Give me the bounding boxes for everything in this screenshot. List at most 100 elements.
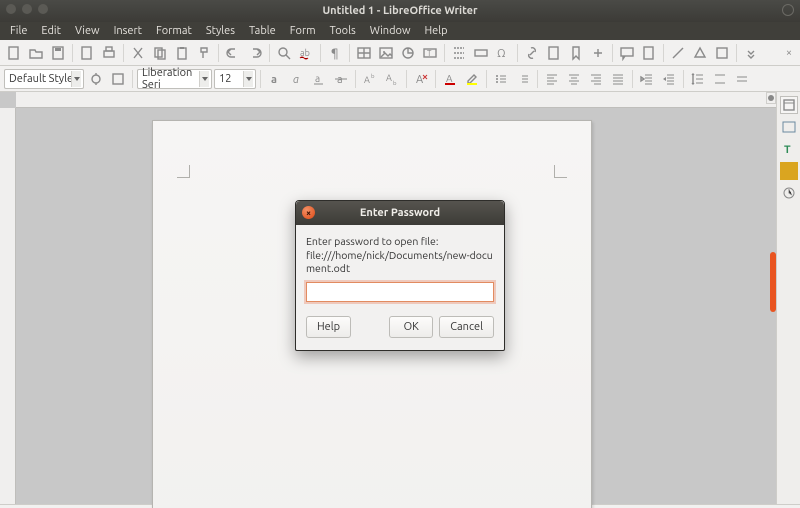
font-color-button[interactable]: A (440, 69, 460, 89)
insert-cross-ref-button[interactable] (588, 43, 608, 63)
increase-indent-button[interactable] (637, 69, 657, 89)
font-name-combo[interactable]: Liberation Seri (137, 69, 212, 89)
vertical-ruler[interactable] (0, 108, 16, 504)
navigator-panel-icon[interactable] (780, 162, 798, 180)
sidebar: T (776, 92, 800, 504)
new-button[interactable] (4, 43, 24, 63)
basic-shapes-button[interactable] (690, 43, 710, 63)
ambiance-icon (782, 4, 794, 16)
insert-textbox-button[interactable]: T (420, 43, 440, 63)
insert-comment-button[interactable] (617, 43, 637, 63)
svg-text:T: T (784, 144, 791, 156)
insert-line-button[interactable] (668, 43, 688, 63)
toolbar-chevron-icon[interactable] (741, 43, 761, 63)
menu-help[interactable]: Help (418, 23, 453, 39)
gallery-panel-icon[interactable]: T (780, 140, 798, 158)
line-spacing-button[interactable] (688, 69, 708, 89)
cut-button[interactable] (128, 43, 148, 63)
undo-button[interactable] (223, 43, 243, 63)
spellcheck-button[interactable]: ab (296, 43, 316, 63)
new-style-button[interactable] (108, 69, 128, 89)
highlight-color-button[interactable] (462, 69, 482, 89)
menu-table[interactable]: Table (243, 23, 282, 39)
update-style-button[interactable] (86, 69, 106, 89)
properties-panel-icon[interactable] (780, 96, 798, 114)
decrease-indent-button[interactable] (659, 69, 679, 89)
menubar: File Edit View Insert Format Styles Tabl… (0, 22, 800, 40)
align-left-button[interactable] (542, 69, 562, 89)
open-button[interactable] (26, 43, 46, 63)
horizontal-ruler[interactable] (16, 92, 776, 108)
help-button[interactable]: Help (306, 316, 351, 338)
underline-button[interactable]: a (309, 69, 329, 89)
clone-format-button[interactable] (194, 43, 214, 63)
menu-form[interactable]: Form (284, 23, 322, 39)
insert-hyperlink-button[interactable] (522, 43, 542, 63)
menu-view[interactable]: View (69, 23, 106, 39)
menu-styles[interactable]: Styles (200, 23, 241, 39)
standard-toolbar: ab ¶ T Ω × (0, 40, 800, 66)
menu-insert[interactable]: Insert (108, 23, 148, 39)
insert-pagebreak-button[interactable] (449, 43, 469, 63)
svg-text:Ω: Ω (497, 48, 506, 60)
svg-text:ab: ab (300, 48, 310, 58)
copy-button[interactable] (150, 43, 170, 63)
chevron-down-icon (199, 71, 209, 87)
clear-formatting-button[interactable]: A (411, 69, 431, 89)
insert-table-button[interactable] (354, 43, 374, 63)
cancel-button[interactable]: Cancel (439, 316, 494, 338)
decrease-para-spacing-button[interactable] (732, 69, 752, 89)
window-close-icon[interactable] (6, 4, 16, 14)
bold-button[interactable]: a (265, 69, 285, 89)
dialog-titlebar[interactable]: × Enter Password (296, 201, 504, 225)
menu-file[interactable]: File (4, 23, 33, 39)
window-maximize-icon[interactable] (38, 4, 48, 14)
menu-format[interactable]: Format (150, 23, 198, 39)
formatting-marks-button[interactable]: ¶ (325, 43, 345, 63)
superscript-button[interactable]: Ab (360, 69, 380, 89)
insert-footnote-button[interactable] (544, 43, 564, 63)
export-pdf-button[interactable] (77, 43, 97, 63)
formatting-toolbar: Default Style Liberation Seri 12 a a a a… (0, 66, 800, 92)
insert-bookmark-button[interactable] (566, 43, 586, 63)
show-draw-functions-button[interactable] (712, 43, 732, 63)
align-center-button[interactable] (564, 69, 584, 89)
styles-panel-icon[interactable] (780, 118, 798, 136)
menu-window[interactable]: Window (364, 23, 417, 39)
increase-para-spacing-button[interactable] (710, 69, 730, 89)
insert-field-button[interactable] (471, 43, 491, 63)
window-titlebar: Untitled 1 - LibreOffice Writer (0, 0, 800, 22)
dialog-close-icon[interactable]: × (302, 206, 315, 219)
find-button[interactable] (274, 43, 294, 63)
password-input[interactable] (306, 282, 494, 302)
paste-button[interactable] (172, 43, 192, 63)
redo-button[interactable] (245, 43, 265, 63)
window-title: Untitled 1 - LibreOffice Writer (322, 5, 477, 17)
paragraph-style-combo[interactable]: Default Style (4, 69, 84, 89)
bullet-list-button[interactable] (491, 69, 511, 89)
svg-text:T: T (427, 49, 432, 58)
sidebar-tab-handle[interactable] (766, 92, 776, 104)
save-button[interactable] (48, 43, 68, 63)
svg-text:A: A (386, 73, 392, 83)
svg-text:b: b (393, 80, 397, 87)
menu-edit[interactable]: Edit (35, 23, 67, 39)
font-size-combo[interactable]: 12 (214, 69, 256, 89)
align-justify-button[interactable] (608, 69, 628, 89)
ok-button[interactable]: OK (389, 316, 433, 338)
window-minimize-icon[interactable] (22, 4, 32, 14)
number-list-button[interactable] (513, 69, 533, 89)
page-panel-icon[interactable] (780, 184, 798, 202)
insert-chart-button[interactable] (398, 43, 418, 63)
track-changes-button[interactable] (639, 43, 659, 63)
align-right-button[interactable] (586, 69, 606, 89)
insert-image-button[interactable] (376, 43, 396, 63)
subscript-button[interactable]: Ab (382, 69, 402, 89)
menu-tools[interactable]: Tools (324, 23, 362, 39)
svg-text:a: a (271, 74, 277, 86)
italic-button[interactable]: a (287, 69, 307, 89)
document-close-icon[interactable]: × (782, 46, 796, 60)
insert-special-char-button[interactable]: Ω (493, 43, 513, 63)
strikethrough-button[interactable]: a (331, 69, 351, 89)
print-button[interactable] (99, 43, 119, 63)
